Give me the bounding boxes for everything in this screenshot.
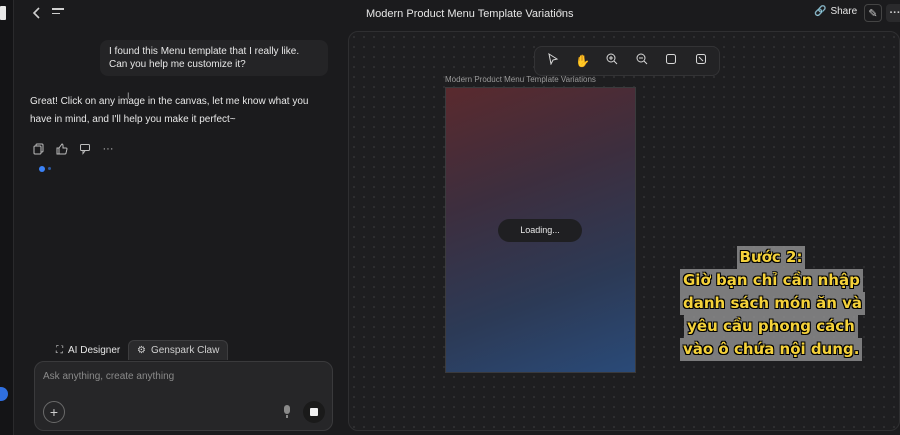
caption-line: Bước 2:	[736, 246, 806, 269]
user-message: I found this Menu template that I really…	[100, 40, 328, 76]
page-title: Modern Product Menu Template Variations	[366, 8, 574, 20]
claw-icon: ⚙	[137, 345, 146, 356]
caption-line: vào ô chứa nội dung.	[680, 338, 863, 361]
left-rail	[0, 0, 14, 435]
thumbs-up-icon[interactable]	[56, 143, 68, 155]
frame-label: Modern Product Menu Template Variations	[445, 75, 596, 84]
caption-line: danh sách món ăn và	[680, 292, 866, 315]
share-label: Share	[830, 6, 858, 17]
zoom-in-icon[interactable]	[599, 49, 626, 73]
canvas-toolbar: ✋	[534, 46, 720, 76]
caption-line: Giờ bạn chỉ cần nhập	[680, 269, 863, 292]
tutorial-caption: Bước 2: Giờ bạn chỉ cần nhập danh sách m…	[680, 246, 866, 361]
more-icon[interactable]: ···	[102, 143, 114, 155]
chat-input-box: +	[34, 361, 333, 431]
stop-button[interactable]	[303, 401, 325, 423]
share-button[interactable]: 🔗 Share	[814, 6, 857, 17]
top-header: Modern Product Menu Template Variations …	[14, 0, 900, 28]
tab-ai-designer-label: AI Designer	[68, 344, 121, 356]
tab-ai-designer[interactable]: ⛶ AI Designer	[48, 340, 128, 360]
add-attachment-button[interactable]: +	[43, 401, 65, 423]
link-icon: 🔗	[814, 6, 827, 17]
fullscreen-icon[interactable]	[688, 49, 715, 73]
edit-icon[interactable]: ✎	[864, 4, 882, 22]
rename-pencil-icon[interactable]: ✎	[557, 8, 565, 19]
thumbs-down-icon[interactable]	[79, 143, 91, 155]
tab-genspark-claw[interactable]: ⚙ Genspark Claw	[128, 340, 229, 360]
back-arrow-icon[interactable]	[30, 6, 44, 20]
copy-icon[interactable]	[33, 143, 45, 155]
more-icon[interactable]: ···	[886, 4, 900, 22]
assistant-message: Great! Click on any image in the canvas,…	[30, 96, 309, 125]
chat-input[interactable]	[43, 368, 323, 384]
designer-icon: ⛶	[56, 344, 63, 356]
app-window: Modern Product Menu Template Variations …	[0, 0, 900, 435]
menu-icon[interactable]	[52, 8, 64, 18]
logo-icon[interactable]	[0, 6, 6, 20]
caption-line: yêu cầu phong cách	[684, 315, 858, 338]
select-icon[interactable]	[540, 49, 567, 73]
hand-icon[interactable]: ✋	[570, 49, 597, 73]
microphone-icon[interactable]	[281, 405, 293, 419]
tab-genspark-claw-label: Genspark Claw	[150, 345, 220, 356]
fit-icon[interactable]	[658, 49, 685, 73]
message-actions: ···	[33, 143, 114, 155]
zoom-out-icon[interactable]	[629, 49, 656, 73]
loading-indicator: Loading...	[498, 219, 582, 242]
active-indicator	[0, 387, 8, 401]
